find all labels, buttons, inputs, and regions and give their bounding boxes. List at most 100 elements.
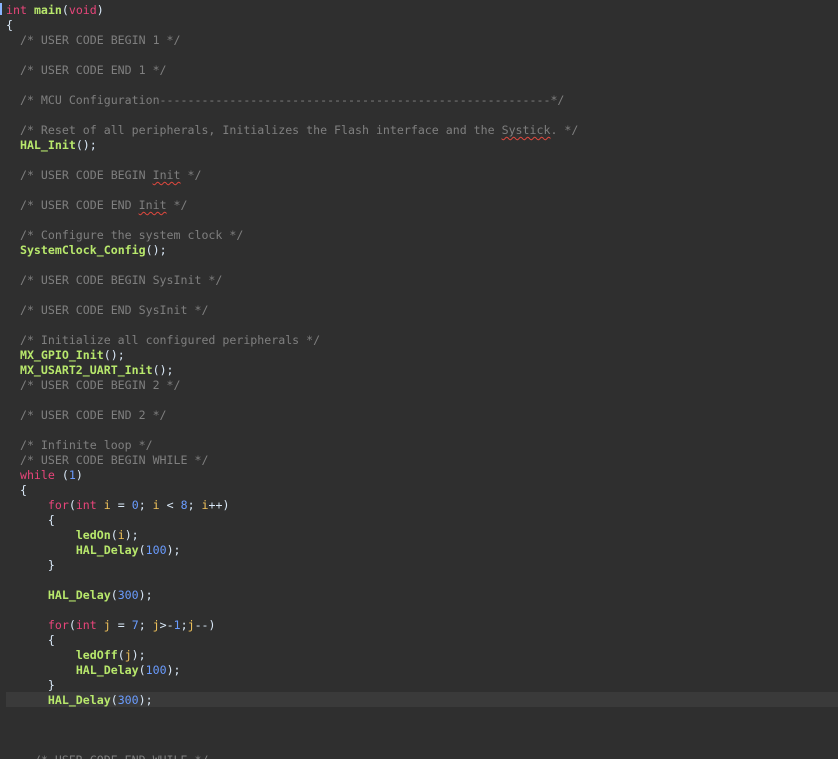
code-token: /* Initialize all configured peripherals…: [6, 333, 321, 347]
code-line[interactable]: /* USER CODE END Init */: [6, 198, 188, 213]
code-token: 8: [180, 498, 188, 512]
code-line[interactable]: }: [6, 678, 55, 693]
code-token: }: [6, 678, 55, 692]
code-token: j: [187, 618, 195, 632]
code-token: MX_GPIO_Init: [19, 348, 104, 362]
code-token: (: [61, 3, 69, 17]
code-line[interactable]: for(int i = 0; i < 8; i++): [6, 498, 230, 513]
code-token: 300: [117, 588, 139, 602]
code-token: --): [194, 618, 216, 632]
code-token: /* Configure the system clock */: [6, 228, 244, 242]
code-token: /* USER CODE BEGIN WHILE */: [6, 453, 209, 467]
code-line[interactable]: HAL_Init();: [6, 138, 97, 153]
code-token: 100: [145, 543, 167, 557]
code-line[interactable]: HAL_Delay(100);: [6, 543, 181, 558]
code-line[interactable]: /* USER CODE BEGIN WHILE */: [6, 453, 208, 468]
code-token: . */: [550, 123, 579, 137]
code-token: HAL_Delay: [75, 663, 139, 677]
code-line[interactable]: /* USER CODE END 2 */: [6, 408, 167, 423]
code-line[interactable]: /* USER CODE END WHILE */: [6, 753, 209, 759]
code-line[interactable]: HAL_Delay(100);: [6, 663, 181, 678]
code-token: 7: [131, 618, 139, 632]
code-line[interactable]: /* Reset of all peripherals, Initializes…: [6, 123, 578, 138]
code-token: ledOff: [75, 648, 118, 662]
code-line[interactable]: {: [6, 513, 55, 528]
code-token: 1: [68, 468, 76, 482]
code-line[interactable]: /* USER CODE END 1 */: [6, 63, 167, 78]
code-token: (: [117, 648, 125, 662]
code-token: (: [68, 498, 76, 512]
code-token: HAL_Delay: [47, 588, 111, 602]
code-token: i: [152, 498, 160, 512]
code-token: (: [138, 543, 146, 557]
code-token: 1: [173, 618, 181, 632]
code-token: /* USER CODE END 2 */: [6, 408, 167, 422]
code-token: j: [124, 648, 132, 662]
code-token: /* USER CODE END SysInit */: [6, 303, 209, 317]
code-token: );: [131, 648, 146, 662]
code-line[interactable]: HAL_Delay(300);: [6, 693, 153, 708]
code-line[interactable]: /* USER CODE END SysInit */: [6, 303, 208, 318]
code-token: ;: [187, 498, 202, 512]
code-line[interactable]: MX_USART2_UART_Init();: [6, 363, 174, 378]
code-line[interactable]: /* MCU Configuration--------------------…: [6, 93, 564, 108]
code-token: int: [6, 3, 27, 17]
code-line[interactable]: HAL_Delay(300);: [6, 588, 153, 603]
code-token: HAL_Delay: [75, 543, 139, 557]
code-line[interactable]: ledOff(j);: [6, 648, 146, 663]
code-line[interactable]: /* Configure the system clock */: [6, 228, 243, 243]
code-line[interactable]: {: [6, 483, 27, 498]
code-line[interactable]: int main(void): [6, 3, 104, 18]
code-line[interactable]: }: [6, 558, 55, 573]
code-token: (: [110, 528, 118, 542]
code-line[interactable]: SystemClock_Config();: [6, 243, 167, 258]
code-line[interactable]: /* Initialize all configured peripherals…: [6, 333, 320, 348]
code-token: /* USER CODE END: [6, 198, 139, 212]
code-token: SystemClock_Config: [19, 243, 146, 257]
code-token: Init: [138, 198, 167, 212]
code-line[interactable]: for(int j = 7; j>-1;j--): [6, 618, 216, 633]
code-token: (: [68, 618, 76, 632]
code-token: /* USER CODE BEGIN 2 */: [6, 378, 181, 392]
code-token: ++): [208, 498, 230, 512]
code-token: {: [6, 18, 13, 32]
code-token: }: [6, 558, 55, 572]
code-token: ();: [152, 363, 174, 377]
code-line[interactable]: {: [6, 633, 55, 648]
code-token: Systick: [501, 123, 551, 137]
code-token: ): [96, 3, 104, 17]
code-token: HAL_Delay: [47, 693, 111, 707]
code-token: ledOn: [75, 528, 111, 542]
code-line[interactable]: /* Infinite loop */: [6, 438, 153, 453]
code-line[interactable]: /* USER CODE BEGIN 2 */: [6, 378, 181, 393]
code-token: ;: [138, 498, 153, 512]
code-line[interactable]: /* USER CODE BEGIN 1 */: [6, 33, 181, 48]
code-token: ();: [103, 348, 125, 362]
code-line[interactable]: while (1): [6, 468, 83, 483]
code-token: (: [110, 588, 118, 602]
code-token: i: [201, 498, 209, 512]
code-line[interactable]: {: [6, 18, 13, 33]
code-token: 100: [145, 663, 167, 677]
code-token: {: [6, 633, 55, 647]
code-token: /* MCU Configuration--------------------…: [6, 93, 565, 107]
code-editor[interactable]: int main(void){ /* USER CODE BEGIN 1 */ …: [0, 0, 838, 759]
code-line[interactable]: MX_GPIO_Init();: [6, 348, 125, 363]
code-line[interactable]: /* USER CODE BEGIN SysInit */: [6, 273, 222, 288]
code-line[interactable]: /* USER CODE BEGIN Init */: [6, 168, 202, 183]
code-line[interactable]: ledOn(i);: [6, 528, 139, 543]
code-token: i: [103, 498, 111, 512]
